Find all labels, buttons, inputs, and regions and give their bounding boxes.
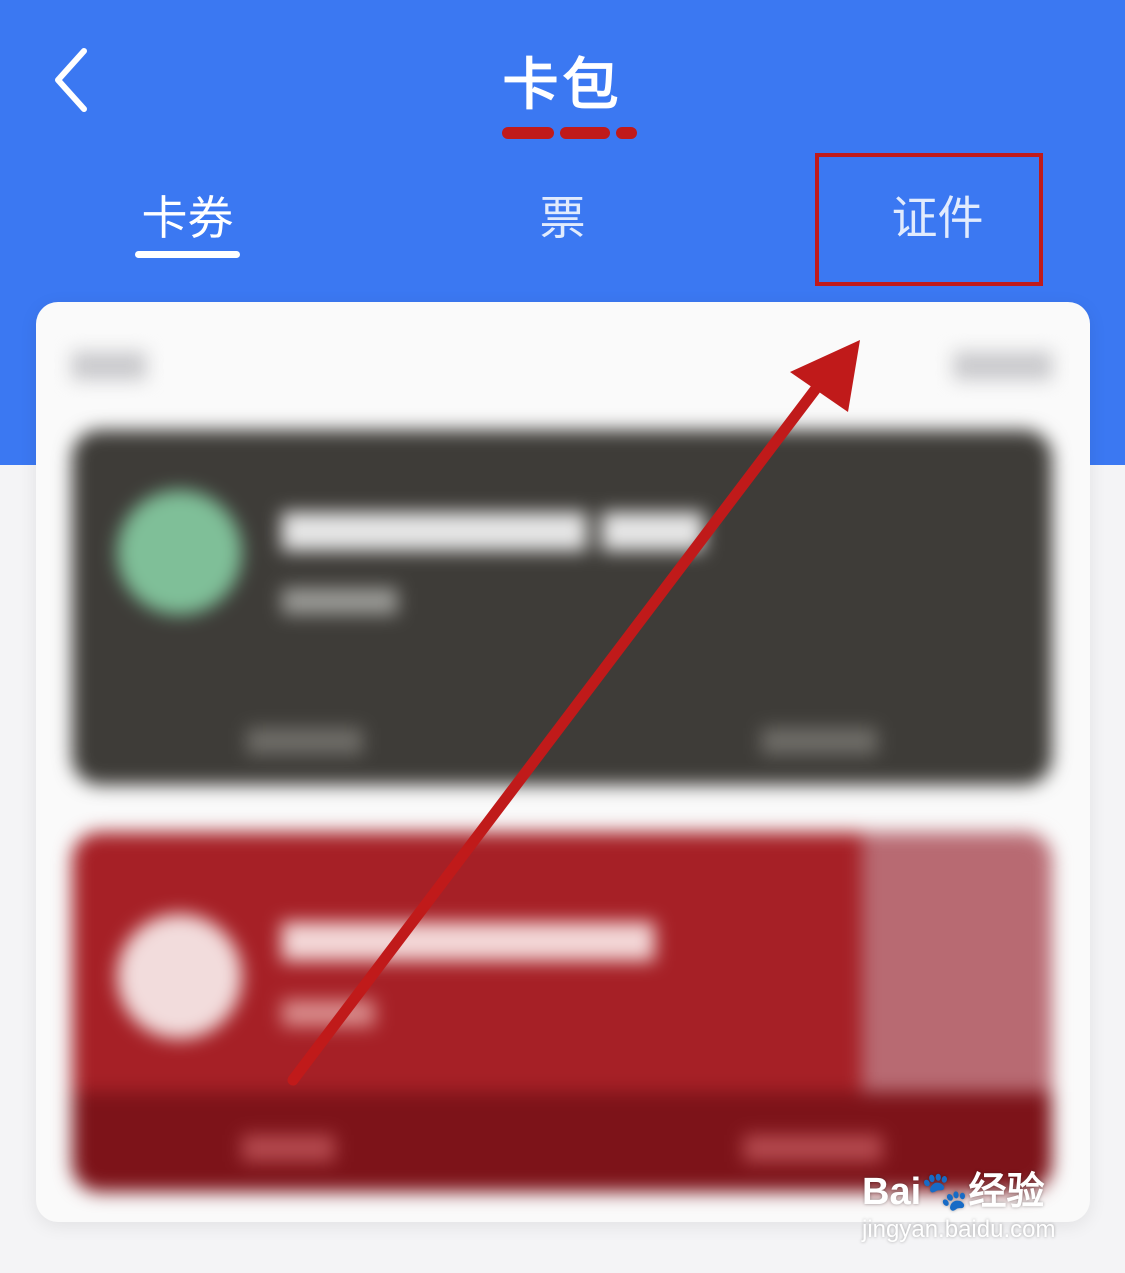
baidu-jingyan-watermark: Bai🐾经验 jingyan.baidu.com xyxy=(862,1160,1077,1255)
card-subtitle-redacted: ▆▆▆▆▆ xyxy=(282,580,398,615)
membership-card-dark[interactable]: ▆▆▆▆▆▆▆▆▆ ▆▆▆ ▆▆▆▆▆ ▆▆▆▆▆ ▆▆▆▆▆ xyxy=(72,430,1052,785)
panel-header: ▆▆▆ ▆▆▆▆ xyxy=(72,342,1052,402)
card-name-redacted: ▆▆▆▆▆▆▆▆▆ ▆▆▆ xyxy=(282,500,704,551)
tab-tickets[interactable]: 票 xyxy=(500,170,625,260)
active-tab-indicator xyxy=(135,251,240,258)
card-logo xyxy=(117,914,242,1039)
watermark-brand: Bai🐾经验 xyxy=(862,1171,1045,1213)
annotation-highlight-box xyxy=(815,153,1043,286)
panel-header-right: ▆▆▆▆ xyxy=(953,342,1052,380)
tab-cards-coupons[interactable]: 卡券 xyxy=(110,170,265,260)
card-subtitle-redacted: ▆▆▆▆ xyxy=(282,992,375,1027)
page-title: 卡包 xyxy=(502,53,623,118)
card-action-right[interactable]: ▆▆▆▆▆▆ xyxy=(744,1127,882,1162)
title-dashed-underline xyxy=(502,127,637,139)
card-list-panel: ▆▆▆ ▆▆▆▆ ▆▆▆▆▆▆▆▆▆ ▆▆▆ ▆▆▆▆▆ ▆▆▆▆▆ ▆▆▆▆▆… xyxy=(36,302,1090,1222)
panel-header-left: ▆▆▆ xyxy=(72,342,146,380)
card-decoration xyxy=(862,832,1052,1092)
card-action-right[interactable]: ▆▆▆▆▆ xyxy=(762,720,877,755)
watermark-url: jingyan.baidu.com xyxy=(862,1216,1056,1243)
card-name-redacted: ▆▆▆▆▆▆▆▆▆▆▆ xyxy=(282,910,655,961)
card-action-left[interactable]: ▆▆▆▆ xyxy=(242,1127,334,1162)
card-logo xyxy=(117,490,242,615)
card-action-left[interactable]: ▆▆▆▆▆ xyxy=(247,720,362,755)
membership-card-red[interactable]: ▆▆▆▆▆▆▆▆▆▆▆ ▆▆▆▆ ▆▆▆▆ ▆▆▆▆▆▆ xyxy=(72,832,1052,1192)
